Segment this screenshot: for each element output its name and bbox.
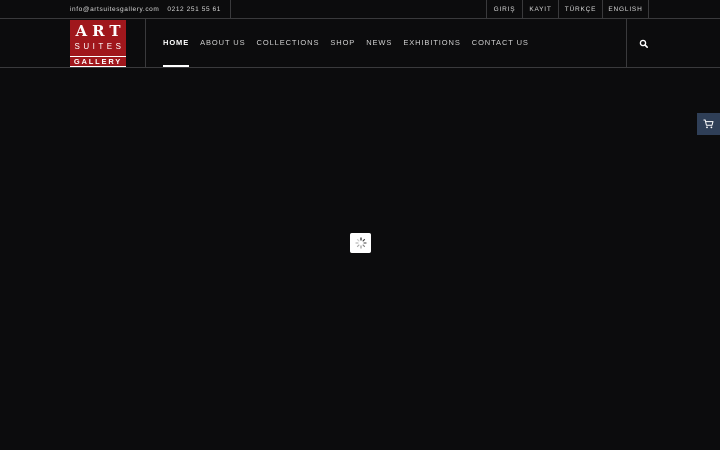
divider [626, 19, 627, 67]
divider [145, 19, 146, 67]
nav-item-contact-us[interactable]: CONTACT US [472, 19, 529, 67]
site-logo[interactable]: ART SUITES GALLERY [70, 20, 126, 67]
cart-button[interactable] [697, 113, 720, 135]
spinner-icon [354, 237, 367, 249]
logo-text-art: ART [75, 22, 126, 40]
login-link[interactable]: GIRIŞ [486, 0, 522, 18]
search-icon [639, 39, 648, 48]
main-header: ART SUITES GALLERY HOME ABOUT US COLLECT… [0, 19, 720, 68]
nav-item-shop[interactable]: SHOP [330, 19, 355, 67]
logo-text-gallery: GALLERY [70, 56, 126, 67]
top-bar: info@artsuitesgallery.com 0212 251 55 61… [0, 0, 720, 19]
contact-info: info@artsuitesgallery.com 0212 251 55 61 [70, 0, 221, 18]
register-link[interactable]: KAYIT [522, 0, 558, 18]
main-menu: HOME ABOUT US COLLECTIONS SHOP NEWS EXHI… [163, 19, 540, 67]
cart-icon [703, 119, 714, 129]
nav-item-exhibitions[interactable]: EXHIBITIONS [403, 19, 460, 67]
divider [230, 0, 231, 18]
contact-email[interactable]: info@artsuitesgallery.com [70, 6, 159, 13]
nav-item-about-us[interactable]: ABOUT US [200, 19, 245, 67]
nav-item-home[interactable]: HOME [163, 19, 190, 67]
contact-phone[interactable]: 0212 251 55 61 [167, 6, 221, 13]
page-loader [350, 233, 371, 253]
nav-item-news[interactable]: NEWS [366, 19, 392, 67]
nav-item-collections[interactable]: COLLECTIONS [257, 19, 320, 67]
search-button[interactable] [637, 37, 651, 51]
language-turkish-link[interactable]: TÜRKÇE [558, 0, 602, 18]
account-language-links: GIRIŞ KAYIT TÜRKÇE ENGLISH [486, 0, 649, 18]
logo-text-suites: SUITES [74, 42, 125, 51]
language-english-link[interactable]: ENGLISH [602, 0, 649, 18]
